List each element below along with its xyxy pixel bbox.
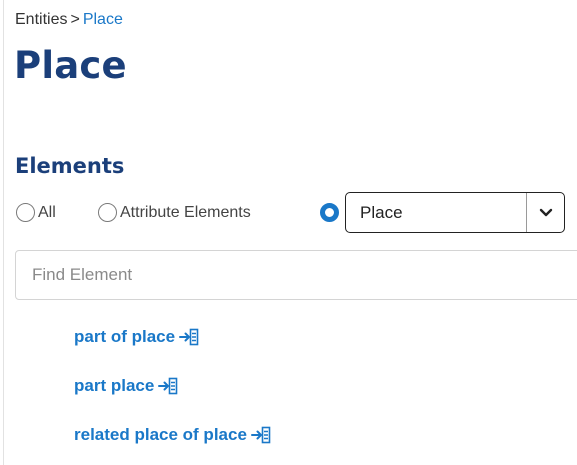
insert-into-list-icon[interactable]	[250, 426, 271, 444]
breadcrumb-separator: >	[70, 11, 80, 28]
element-link-related-place-of-place[interactable]: related place of place	[74, 425, 271, 445]
radio-checked-icon[interactable]	[320, 203, 339, 222]
insert-into-list-icon[interactable]	[158, 377, 178, 395]
filter-radio-all[interactable]: All	[16, 203, 56, 222]
find-element-input[interactable]	[15, 250, 577, 300]
element-link-part-place[interactable]: part place	[74, 376, 178, 396]
filter-radio-all-label: All	[38, 203, 56, 221]
chevron-down-icon[interactable]	[527, 193, 564, 232]
radio-unchecked-icon[interactable]	[98, 203, 117, 222]
entity-page: Entities > Place Place Elements All Attrib…	[3, 0, 577, 465]
entity-filter-select-value: Place	[360, 202, 403, 222]
filter-radio-entity[interactable]	[320, 203, 342, 222]
element-link-part-of-place[interactable]: part of place	[74, 327, 199, 347]
element-link-label: related place of place	[74, 425, 247, 444]
element-link-label: part of place	[74, 327, 176, 346]
filter-radio-attribute-elements-label: Attribute Elements	[120, 203, 251, 221]
insert-into-list-icon[interactable]	[179, 328, 199, 346]
entity-filter-select[interactable]: Place	[345, 192, 565, 233]
breadcrumb: Entities > Place	[15, 10, 123, 30]
filter-radio-attribute-elements[interactable]: Attribute Elements	[98, 203, 251, 222]
page-title: Place	[14, 44, 127, 87]
elements-section-title: Elements	[15, 154, 125, 178]
radio-unchecked-icon[interactable]	[16, 203, 35, 222]
breadcrumb-current-link[interactable]: Place	[83, 11, 123, 28]
element-link-label: part place	[74, 376, 155, 395]
breadcrumb-root[interactable]: Entities	[15, 11, 67, 28]
